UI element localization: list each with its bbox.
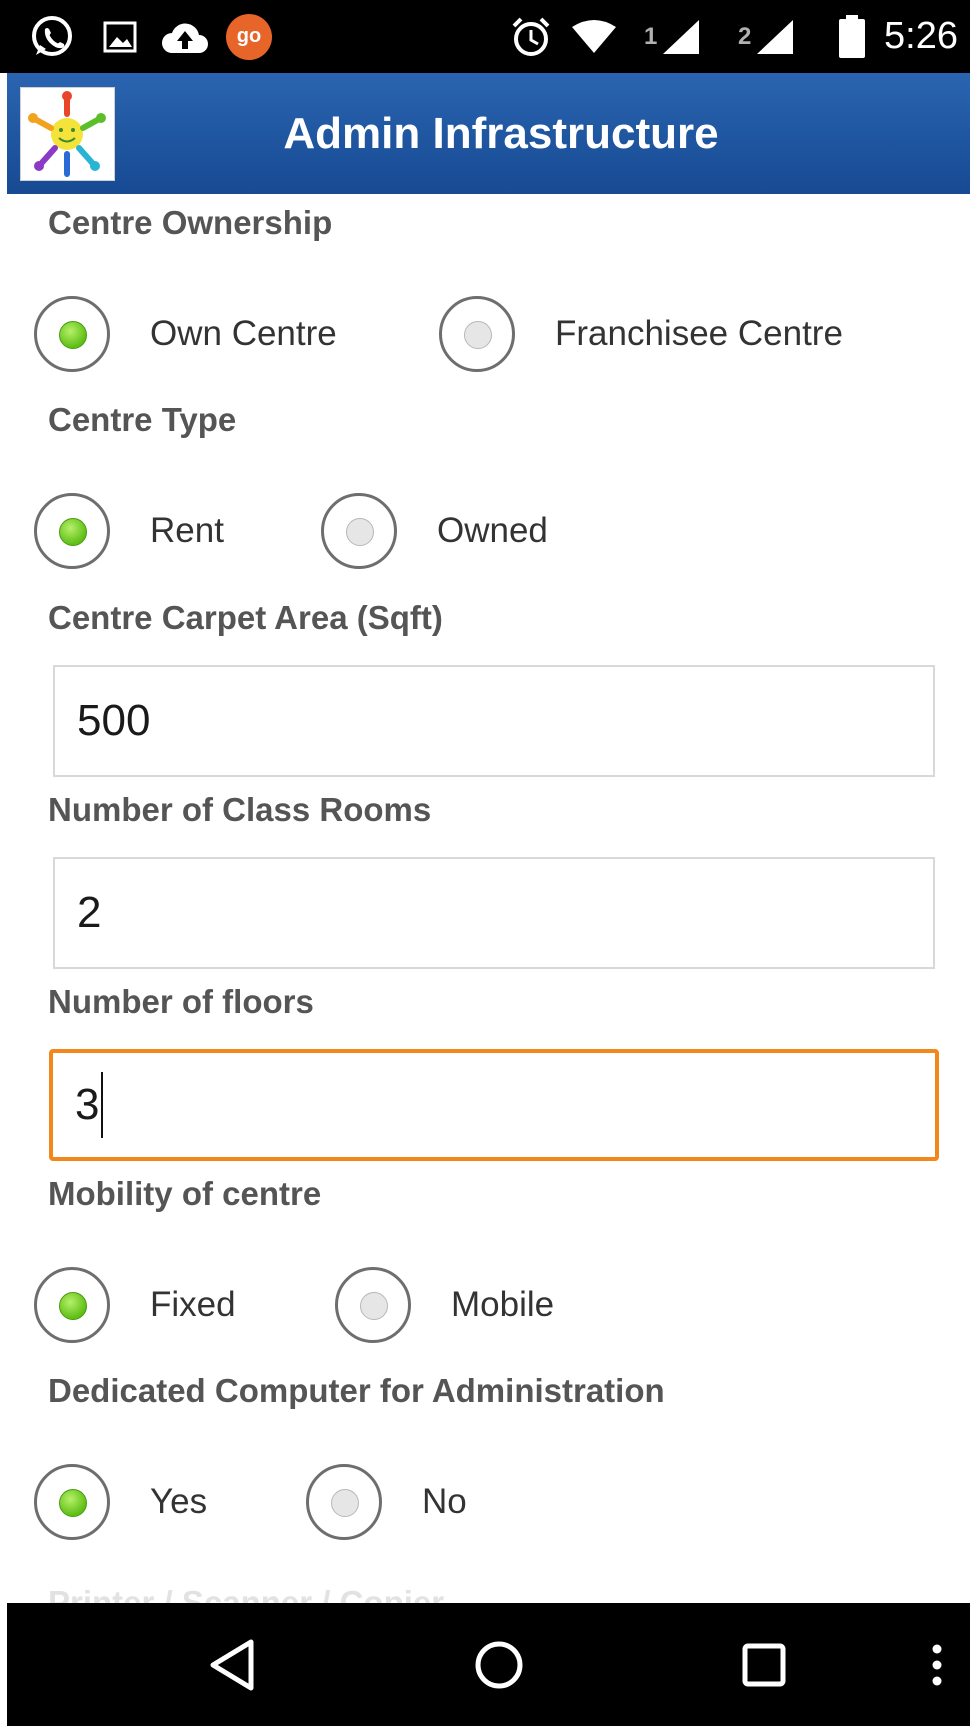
signal-1-icon: 1: [644, 0, 701, 73]
page-title: Admin Infrastructure: [283, 108, 719, 158]
text-cursor: [101, 1072, 104, 1138]
go-badge-text: go: [236, 25, 262, 47]
home-icon[interactable]: [444, 1603, 554, 1726]
carpet-area-input[interactable]: 500: [53, 665, 935, 777]
cloud-upload-icon: [160, 0, 210, 73]
floors-label: Number of floors: [48, 983, 314, 1020]
signal-2-icon: 2: [738, 0, 795, 73]
radio-own-centre[interactable]: Own Centre: [34, 296, 337, 372]
radio-unchecked-icon[interactable]: [439, 296, 515, 372]
sim1-label: 1: [644, 22, 658, 50]
carpet-area-label: Centre Carpet Area (Sqft): [48, 599, 443, 636]
radio-label-mobile: Mobile: [451, 1285, 555, 1324]
radio-franchisee-centre[interactable]: Franchisee Centre: [439, 296, 843, 372]
radio-checked-icon[interactable]: [34, 296, 110, 372]
radio-checked-icon[interactable]: [34, 493, 110, 569]
status-bar: go 1 2 5:26: [0, 0, 970, 73]
app-bar: Admin Infrastructure: [7, 73, 970, 194]
radio-no[interactable]: No: [306, 1464, 467, 1540]
go-launcher-icon: go: [226, 0, 272, 73]
radio-owned[interactable]: Owned: [321, 493, 548, 569]
radio-checked-icon[interactable]: [34, 1464, 110, 1540]
back-icon[interactable]: [177, 1603, 287, 1726]
clock: 5:26: [884, 0, 958, 73]
status-time: 5:26: [884, 15, 958, 57]
radio-label-fixed: Fixed: [150, 1285, 236, 1324]
centre-ownership-label: Centre Ownership: [48, 204, 333, 241]
radio-mobile[interactable]: Mobile: [335, 1267, 554, 1343]
radio-yes[interactable]: Yes: [34, 1464, 207, 1540]
floors-value: 3: [75, 1080, 100, 1129]
radio-unchecked-icon[interactable]: [306, 1464, 382, 1540]
dedicated-computer-label: Dedicated Computer for Administration: [48, 1372, 665, 1409]
next-section-label-partial: Printer / Scanner / Copier: [48, 1584, 445, 1603]
alarm-icon: [510, 0, 552, 73]
radio-checked-icon[interactable]: [34, 1267, 110, 1343]
class-rooms-value: 2: [77, 888, 102, 937]
radio-label-yes: Yes: [150, 1482, 208, 1521]
radio-unchecked-icon[interactable]: [321, 493, 397, 569]
navigation-bar: [7, 1603, 970, 1726]
radio-fixed[interactable]: Fixed: [34, 1267, 236, 1343]
class-rooms-input[interactable]: 2: [53, 857, 935, 969]
overflow-menu-icon[interactable]: [912, 1603, 962, 1726]
radio-label-rent: Rent: [150, 511, 224, 550]
radio-unchecked-icon[interactable]: [335, 1267, 411, 1343]
mobility-label: Mobility of centre: [48, 1175, 322, 1212]
carpet-area-value: 500: [77, 696, 151, 745]
whatsapp-icon: [30, 0, 74, 73]
radio-label-owned: Owned: [437, 511, 548, 550]
radio-label-no: No: [422, 1482, 467, 1521]
radio-label-franchisee-centre: Franchisee Centre: [555, 314, 843, 353]
image-icon: [102, 0, 138, 73]
admin-infrastructure-form: Centre Ownership Own Centre Franchisee C…: [7, 194, 970, 1603]
sim2-label: 2: [738, 22, 752, 50]
centre-type-label: Centre Type: [48, 401, 237, 438]
battery-icon: [838, 0, 866, 73]
floors-input[interactable]: 3: [49, 1049, 939, 1161]
recents-icon[interactable]: [709, 1603, 819, 1726]
class-rooms-label: Number of Class Rooms: [48, 791, 432, 828]
radio-rent[interactable]: Rent: [34, 493, 224, 569]
wifi-icon: [570, 0, 618, 73]
radio-label-own-centre: Own Centre: [150, 314, 337, 353]
